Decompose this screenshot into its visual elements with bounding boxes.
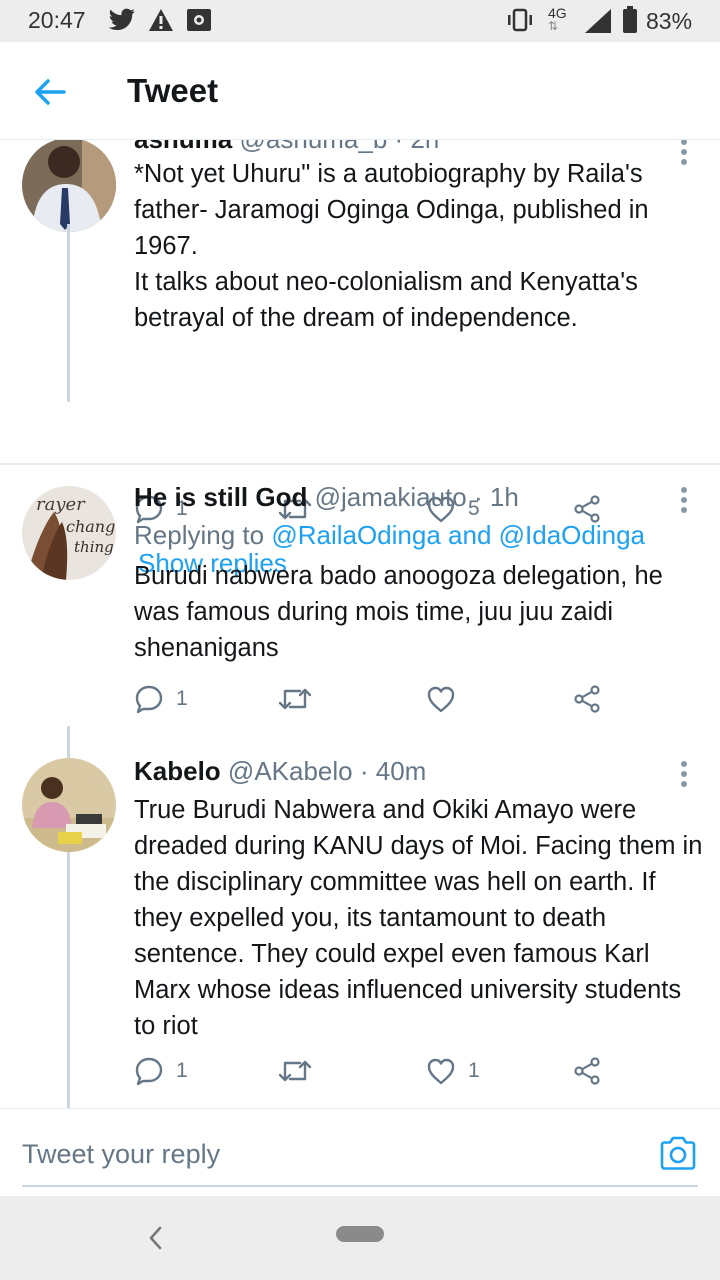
status-time: 20:47	[28, 7, 86, 33]
avatar[interactable]	[22, 140, 116, 232]
tweet-he-is-still-god[interactable]: rayer chang thing He is still God @jamak…	[0, 466, 720, 746]
like-button[interactable]	[426, 682, 468, 716]
tweet-time: 40m	[375, 756, 427, 786]
replying-to-mentions[interactable]: @RailaOdinga and @IdaOdinga	[271, 520, 645, 550]
tweet-kabelo[interactable]: Kabelo @AKabelo · 40m True Burudi Nabwer…	[0, 746, 720, 1108]
meta-separator: ·	[359, 756, 376, 786]
thread-line	[67, 726, 70, 746]
share-button[interactable]	[572, 1054, 602, 1088]
photo-icon	[187, 9, 211, 31]
network-label: 4G	[548, 5, 567, 21]
status-bar: 20:47 4G ⇅ 83%	[0, 0, 720, 42]
signal-icon	[585, 9, 611, 33]
tweet-header: He is still God @jamakiauto · 1h	[134, 482, 519, 513]
reply-count: 1	[176, 687, 188, 710]
svg-text:thing: thing	[74, 538, 114, 556]
share-icon	[574, 685, 600, 713]
share-icon	[574, 1057, 600, 1085]
meta-separator: ·	[395, 140, 411, 154]
input-underline	[22, 1185, 698, 1187]
retweet-icon	[278, 1060, 312, 1082]
reply-icon	[135, 1057, 163, 1086]
reply-composer[interactable]: Tweet your reply	[0, 1108, 720, 1196]
thread-line	[67, 224, 70, 402]
share-button[interactable]	[572, 682, 602, 716]
tweet-text: *Not yet Uhuru" is a autobiography by Ra…	[134, 160, 649, 332]
tweet-time: 2h	[410, 140, 439, 154]
replying-to-prefix: Replying to	[134, 520, 265, 550]
avatar[interactable]: rayer chang thing	[22, 486, 116, 580]
author-handle[interactable]: @ashuma_b	[240, 140, 388, 154]
battery-icon	[623, 6, 637, 33]
retweet-button[interactable]	[278, 682, 324, 716]
tweet-feed[interactable]: ashuma @ashuma_b · 2h *Not yet Uhuru" is…	[0, 140, 720, 1108]
twitter-bird-icon	[108, 8, 135, 31]
author-name[interactable]: Kabelo	[134, 756, 221, 786]
network-4g-icon: 4G ⇅	[548, 6, 574, 36]
vibrate-icon	[508, 8, 532, 32]
retweet-button[interactable]	[278, 1054, 324, 1088]
tweet-text: Burudi nabwera bado anoogoza delegation,…	[134, 562, 663, 662]
heart-icon	[427, 686, 455, 713]
retweet-icon	[278, 688, 312, 710]
tweet-actions: 1 1	[134, 1054, 614, 1088]
tweet-time: 1h	[489, 482, 519, 512]
chevron-left-icon[interactable]	[144, 1222, 168, 1254]
tweet-header: ashuma @ashuma_b · 2h	[134, 140, 439, 155]
home-pill-icon[interactable]	[336, 1226, 384, 1242]
tweet-actions: 1	[134, 682, 614, 716]
system-nav-bar	[0, 1196, 720, 1280]
avatar[interactable]	[22, 758, 116, 852]
arrow-left-icon[interactable]	[28, 70, 72, 114]
author-handle[interactable]: @AKabelo	[228, 756, 353, 786]
reply-button[interactable]: 1	[134, 1054, 188, 1088]
thread-line	[67, 746, 70, 758]
tweet-text: True Burudi Nabwera and Okiki Amayo were…	[134, 796, 703, 1040]
replying-to: Replying to @RailaOdinga and @IdaOdinga	[134, 520, 645, 551]
reply-icon	[135, 685, 163, 714]
camera-icon[interactable]	[658, 1133, 698, 1173]
like-count: 1	[468, 1059, 480, 1082]
more-vertical-icon[interactable]	[672, 760, 696, 788]
like-button[interactable]: 1	[426, 1054, 480, 1088]
reply-button[interactable]: 1	[134, 682, 188, 716]
page-title: Tweet	[127, 72, 219, 109]
app-bar: Tweet	[0, 42, 720, 140]
reply-input[interactable]: Tweet your reply	[22, 1139, 220, 1170]
more-vertical-icon[interactable]	[672, 486, 696, 514]
tweet-header: Kabelo @AKabelo · 40m	[134, 756, 426, 787]
divider	[0, 463, 720, 465]
meta-separator: ·	[473, 482, 490, 512]
thread-line	[67, 852, 70, 1108]
reply-count: 1	[176, 1059, 188, 1082]
svg-text:rayer: rayer	[36, 494, 86, 515]
alert-triangle-icon	[149, 9, 173, 31]
author-name[interactable]: ashuma	[134, 140, 232, 154]
battery-percentage: 83%	[646, 8, 693, 34]
svg-text:chang: chang	[66, 517, 115, 536]
heart-icon	[427, 1058, 455, 1085]
author-handle[interactable]: @jamakiauto	[315, 482, 467, 512]
author-name[interactable]: He is still God	[134, 482, 307, 512]
